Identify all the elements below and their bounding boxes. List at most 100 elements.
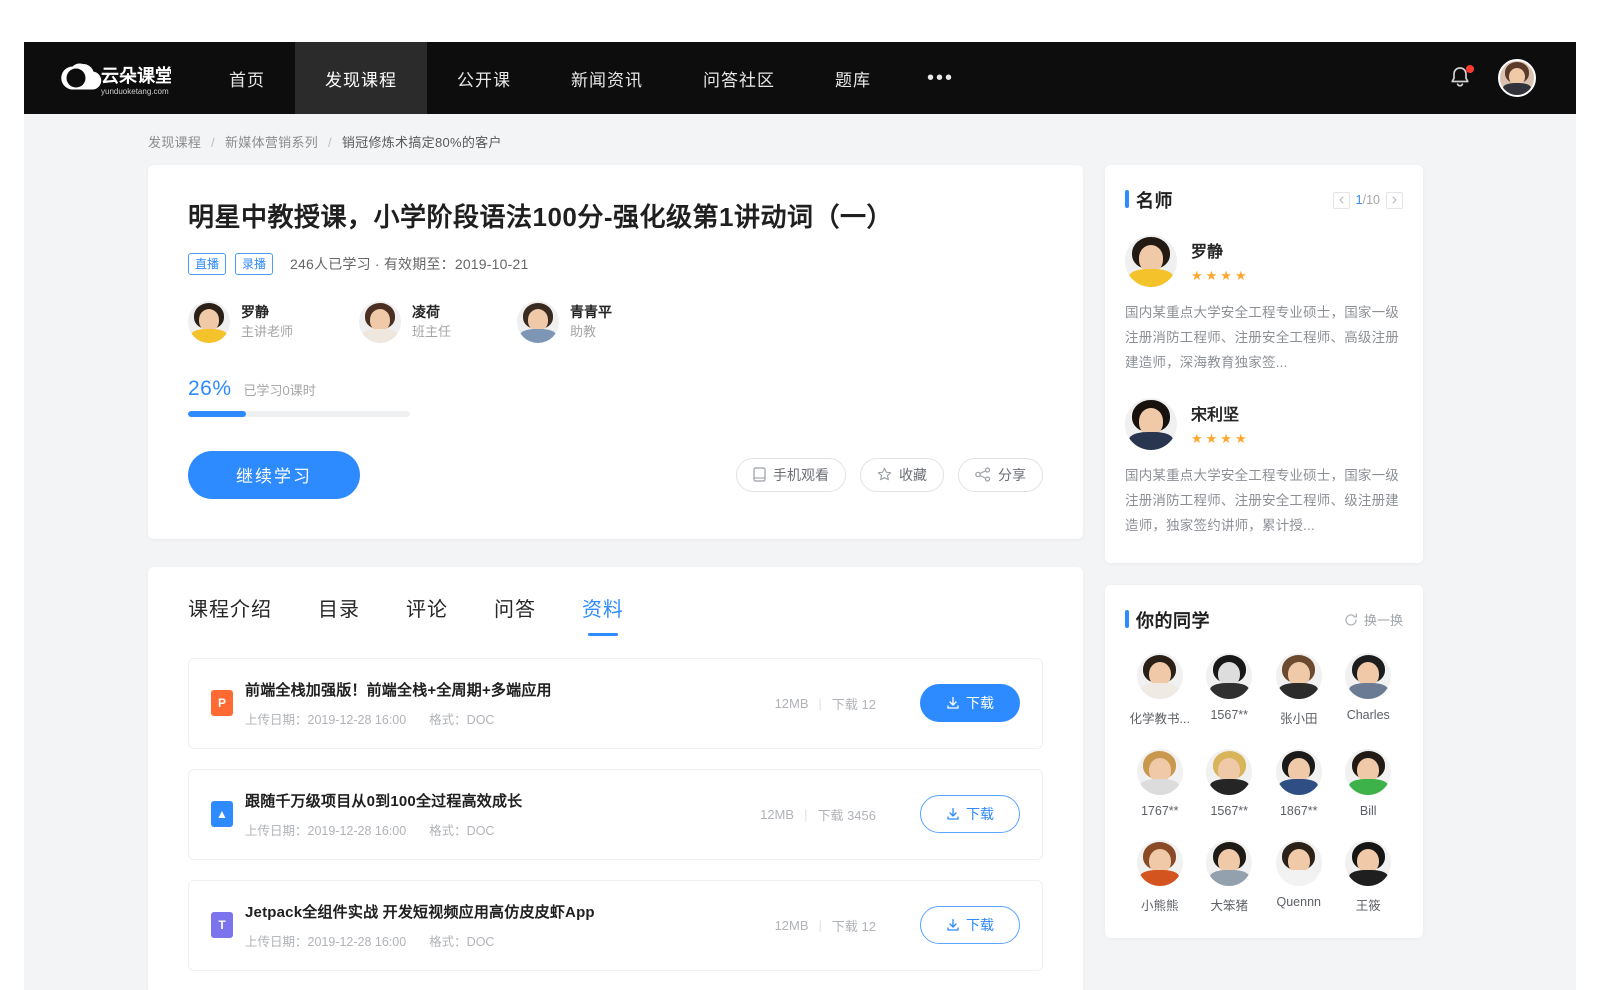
document-size: 12MB xyxy=(775,918,809,933)
teacher-name: 罗静 xyxy=(241,302,293,322)
document-size: 12MB xyxy=(775,696,809,711)
course-teacher[interactable]: 青青平 助教 xyxy=(517,301,612,343)
progress-block: 26% 已学习0课时 xyxy=(188,377,1043,417)
download-button[interactable]: 下载 xyxy=(920,684,1020,722)
avatar xyxy=(188,301,230,343)
document-format: 格式：DOC xyxy=(429,824,494,838)
nav-item-news[interactable]: 新闻资讯 xyxy=(541,42,673,114)
pagination-prev-button[interactable] xyxy=(1333,192,1350,209)
file-type-icon: T xyxy=(211,912,233,938)
nav-item-open-class[interactable]: 公开课 xyxy=(427,42,541,114)
list-item[interactable]: Bill xyxy=(1334,749,1404,818)
classmate-name: Bill xyxy=(1360,804,1377,818)
list-item[interactable]: Quennn xyxy=(1264,840,1334,914)
avatar xyxy=(1206,653,1252,699)
avatar xyxy=(1137,653,1183,699)
list-item[interactable]: 1867** xyxy=(1264,749,1334,818)
user-avatar[interactable] xyxy=(1498,59,1536,97)
list-item[interactable]: Charles xyxy=(1334,653,1404,727)
tab-qa[interactable]: 问答 xyxy=(494,593,536,636)
progress-bar xyxy=(188,411,410,417)
classmate-name: 化学教书... xyxy=(1130,708,1190,727)
nav-item-home[interactable]: 首页 xyxy=(199,42,295,114)
list-item[interactable]: 1567** xyxy=(1195,653,1265,727)
sidebar: 名师 1/10 xyxy=(1105,165,1423,960)
share-button[interactable]: 分享 xyxy=(958,458,1043,492)
list-item[interactable]: 1767** xyxy=(1125,749,1195,818)
document-subtitle: 上传日期：2019-12-28 16:00 格式：DOC xyxy=(245,820,760,839)
continue-study-button[interactable]: 继续学习 xyxy=(188,451,360,499)
classmate-name: 1567** xyxy=(1210,804,1248,818)
progress-bar-fill xyxy=(188,411,246,417)
tab-course-intro[interactable]: 课程介绍 xyxy=(188,593,272,636)
pagination-next-button[interactable] xyxy=(1386,192,1403,209)
favorite-button[interactable]: 收藏 xyxy=(860,458,944,492)
tab-materials[interactable]: 资料 xyxy=(582,593,624,636)
mobile-watch-button[interactable]: 手机观看 xyxy=(736,458,846,492)
breadcrumb-level1[interactable]: 发现课程 xyxy=(148,135,201,150)
list-item[interactable]: 小熊熊 xyxy=(1125,840,1195,914)
list-item[interactable]: T Jetpack全组件实战 开发短视频应用高仿皮皮虾App 上传日期：2019… xyxy=(188,880,1043,971)
list-item[interactable]: 1567** xyxy=(1195,749,1265,818)
avatar xyxy=(1137,749,1183,795)
document-stats: 12MB | 下载 12 xyxy=(775,694,876,713)
nav-item-discover-courses[interactable]: 发现课程 xyxy=(295,42,427,114)
course-meta-text: 246人已学习 · 有效期至：2019-10-21 xyxy=(290,254,528,274)
stats-divider: | xyxy=(819,918,822,933)
pagination-total: /10 xyxy=(1363,193,1380,207)
course-action-row: 继续学习 手机观看 xyxy=(188,451,1043,499)
teacher-role: 主讲老师 xyxy=(241,323,293,342)
download-button[interactable]: 下载 xyxy=(920,906,1020,944)
avatar xyxy=(517,301,559,343)
sidebar-teacher-item[interactable]: 罗静 ★★★★ 国内某重点大学安全工程专业硕士，国家一级注册消防工程师、注册安全… xyxy=(1125,235,1403,376)
avatar xyxy=(1125,398,1177,450)
refresh-label: 换一换 xyxy=(1364,610,1403,629)
list-item[interactable]: 张小田 xyxy=(1264,653,1334,727)
avatar xyxy=(359,301,401,343)
sidebar-teacher-item[interactable]: 宋利坚 ★★★★ 国内某重点大学安全工程专业硕士，国家一级注册消防工程师、注册安… xyxy=(1125,398,1403,539)
refresh-icon xyxy=(1344,613,1358,627)
list-item[interactable]: 王筱 xyxy=(1334,840,1404,914)
document-size: 12MB xyxy=(760,807,794,822)
nav-item-more[interactable]: ••• xyxy=(901,42,980,114)
document-upload-date: 上传日期：2019-12-28 16:00 xyxy=(245,713,406,727)
top-navigation-bar: 云朵课堂 yunduoketang.com 首页 发现课程 公开课 新闻资讯 问… xyxy=(24,42,1576,114)
classmates-title: 你的同学 xyxy=(1125,607,1210,633)
notification-bell-button[interactable] xyxy=(1448,65,1472,91)
document-stats: 12MB | 下载 3456 xyxy=(760,805,876,824)
list-item[interactable]: 大笨猪 xyxy=(1195,840,1265,914)
teacher-pagination: 1/10 xyxy=(1333,192,1403,209)
list-item[interactable]: 化学教书... xyxy=(1125,653,1195,727)
stats-divider: | xyxy=(804,807,807,822)
pagination-current: 1 xyxy=(1356,193,1363,207)
nav-item-question-bank[interactable]: 题库 xyxy=(805,42,901,114)
avatar xyxy=(1206,840,1252,886)
classmate-name: 小熊熊 xyxy=(1141,895,1179,914)
site-logo[interactable]: 云朵课堂 yunduoketang.com xyxy=(24,42,199,114)
document-subtitle: 上传日期：2019-12-28 16:00 格式：DOC xyxy=(245,709,775,728)
refresh-classmates-button[interactable]: 换一换 xyxy=(1344,610,1403,629)
course-teacher[interactable]: 凌荷 班主任 xyxy=(359,301,451,343)
tab-catalog[interactable]: 目录 xyxy=(318,593,360,636)
download-label: 下载 xyxy=(966,693,994,713)
list-item[interactable]: P 前端全栈加强版！前端全栈+全周期+多端应用 上传日期：2019-12-28 … xyxy=(188,658,1043,749)
download-button[interactable]: 下载 xyxy=(920,795,1020,833)
nav-right-actions xyxy=(1448,59,1576,97)
course-detail-card: 课程介绍 目录 评论 问答 资料 P 前端全栈加强版！前端全栈+全周期+多端应用… xyxy=(148,567,1083,990)
browser-viewport: 云朵课堂 yunduoketang.com 首页 发现课程 公开课 新闻资讯 问… xyxy=(24,42,1576,990)
breadcrumb-level2[interactable]: 新媒体营销系列 xyxy=(225,135,318,150)
page-body: 明星中教授课，小学阶段语法100分-强化级第1讲动词（一） 直播 录播 246人… xyxy=(24,165,1576,990)
classmate-name: 大笨猪 xyxy=(1210,895,1248,914)
download-icon xyxy=(946,918,960,932)
nav-item-qa-community[interactable]: 问答社区 xyxy=(673,42,805,114)
secondary-action-group: 手机观看 收藏 xyxy=(736,458,1043,492)
list-item[interactable]: ▲ 跟随千万级项目从0到100全过程高效成长 上传日期：2019-12-28 1… xyxy=(188,769,1043,860)
notification-dot xyxy=(1466,65,1474,73)
avatar xyxy=(1345,840,1391,886)
course-teacher[interactable]: 罗静 主讲老师 xyxy=(188,301,293,343)
teacher-role: 班主任 xyxy=(412,323,451,342)
document-upload-date: 上传日期：2019-12-28 16:00 xyxy=(245,824,406,838)
classmate-name: 张小田 xyxy=(1280,708,1318,727)
share-icon xyxy=(975,467,991,482)
tab-comments[interactable]: 评论 xyxy=(406,593,448,636)
